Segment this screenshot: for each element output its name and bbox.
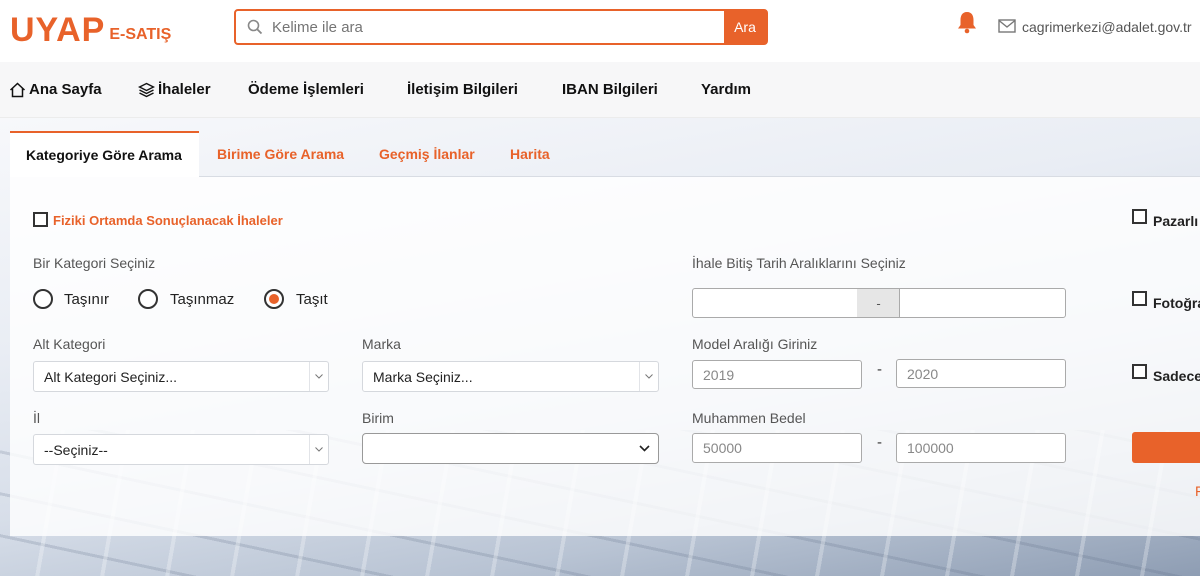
mail-icon — [998, 19, 1016, 33]
nav-item-label: IBAN Bilgileri — [562, 81, 658, 98]
chevron-down-icon — [309, 435, 328, 464]
search-bar: Ara — [234, 9, 768, 45]
layers-icon — [138, 82, 155, 98]
main-nav: Ana Sayfa İhaleler Ödeme İşlemleri İleti… — [0, 62, 1200, 118]
logo[interactable]: UYAP E-SATIŞ — [10, 10, 172, 49]
chevron-down-icon — [309, 362, 328, 391]
tab-past-listings[interactable]: Geçmiş İlanlar — [379, 131, 475, 177]
filter-link[interactable]: F — [1195, 483, 1200, 499]
brand-select-value: Marka Seçiniz... — [373, 368, 473, 385]
price-to-input[interactable]: 100000 — [896, 433, 1066, 463]
tab-unit-search[interactable]: Birime Göre Arama — [217, 131, 344, 177]
search-panel: Kategoriye Göre Arama Birime Göre Arama … — [10, 131, 1200, 536]
header: UYAP E-SATIŞ Ara cagrimerkezi@adalet.gov… — [0, 0, 1200, 62]
search-submit-button[interactable] — [1132, 432, 1200, 463]
panel-body — [10, 177, 1200, 536]
date-to-input[interactable] — [899, 288, 1066, 318]
bell-icon[interactable] — [956, 10, 978, 34]
brand-label: Marka — [362, 336, 401, 352]
model-range-dash: - — [877, 361, 882, 378]
radio-immovable[interactable] — [138, 289, 158, 309]
subcategory-select-value: Alt Kategori Seçiniz... — [44, 368, 178, 385]
price-range-dash: - — [877, 434, 882, 451]
radio-movable-label: Taşınır — [64, 291, 110, 308]
city-select[interactable]: --Seçiniz-- — [33, 434, 329, 465]
radio-immovable-label: Taşınmaz — [170, 291, 235, 308]
price-to-placeholder: 100000 — [907, 440, 954, 456]
subcategory-select[interactable]: Alt Kategori Seçiniz... — [33, 361, 329, 392]
unit-label: Birim — [362, 410, 394, 426]
category-label: Bir Kategori Seçiniz — [33, 255, 156, 271]
model-from-placeholder: 2019 — [703, 366, 735, 383]
only-label: Sadece — [1153, 368, 1200, 384]
physical-auction-checkbox[interactable] — [33, 212, 48, 227]
photo-checkbox[interactable] — [1132, 291, 1147, 306]
search-input[interactable] — [270, 12, 724, 42]
photo-label: Fotoğra — [1153, 295, 1200, 311]
price-label: Muhammen Bedel — [692, 410, 806, 426]
nav-item-label: Ana Sayfa — [29, 81, 102, 98]
brand-select[interactable]: Marka Seçiniz... — [362, 361, 659, 392]
radio-vehicle[interactable] — [264, 289, 284, 309]
physical-auction-label: Fiziki Ortamda Sonuçlanacak İhaleler — [53, 213, 283, 228]
price-from-input[interactable]: 50000 — [692, 433, 862, 463]
nav-item-contact[interactable]: İletişim Bilgileri — [407, 81, 518, 98]
email-link[interactable]: cagrimerkezi@adalet.gov.tr — [1022, 19, 1192, 35]
date-separator: - — [857, 288, 900, 318]
chevron-down-icon — [635, 434, 654, 463]
bargain-label: Pazarlı — [1153, 213, 1199, 229]
nav-item-help[interactable]: Yardım — [701, 81, 751, 98]
nav-item-label: İhaleler — [158, 81, 211, 98]
model-to-input[interactable]: 2020 — [896, 359, 1066, 388]
nav-item-label: İletişim Bilgileri — [407, 81, 518, 98]
unit-select[interactable] — [362, 433, 659, 464]
model-range-label: Model Aralığı Giriniz — [692, 336, 818, 352]
tab-bar: Kategoriye Göre Arama Birime Göre Arama … — [10, 131, 1200, 177]
date-from-input[interactable] — [692, 288, 858, 318]
subcategory-label: Alt Kategori — [33, 336, 106, 352]
logo-main-text: UYAP — [10, 11, 106, 49]
nav-item-home[interactable]: Ana Sayfa — [9, 81, 102, 98]
date-range-label: İhale Bitiş Tarih Aralıklarını Seçiniz — [692, 255, 906, 271]
nav-item-label: Ödeme İşlemleri — [248, 81, 364, 98]
nav-item-auctions[interactable]: İhaleler — [138, 81, 211, 98]
home-icon — [9, 81, 26, 98]
logo-sub-text: E-SATIŞ — [109, 26, 172, 43]
model-to-placeholder: 2020 — [907, 365, 939, 382]
city-select-value: --Seçiniz-- — [44, 441, 108, 458]
search-button[interactable]: Ara — [724, 11, 766, 43]
model-from-input[interactable]: 2019 — [692, 360, 862, 389]
tab-map[interactable]: Harita — [510, 131, 550, 177]
bargain-checkbox[interactable] — [1132, 209, 1147, 224]
nav-item-payments[interactable]: Ödeme İşlemleri — [248, 81, 364, 98]
nav-item-label: Yardım — [701, 81, 752, 98]
city-label: İl — [33, 410, 40, 426]
search-icon — [240, 11, 270, 43]
chevron-down-icon — [639, 362, 658, 391]
price-from-placeholder: 50000 — [703, 440, 742, 456]
only-checkbox[interactable] — [1132, 364, 1147, 379]
nav-item-iban[interactable]: IBAN Bilgileri — [562, 81, 658, 98]
radio-vehicle-label: Taşıt — [296, 291, 328, 308]
radio-movable[interactable] — [33, 289, 53, 309]
tab-category-search[interactable]: Kategoriye Göre Arama — [10, 131, 199, 177]
